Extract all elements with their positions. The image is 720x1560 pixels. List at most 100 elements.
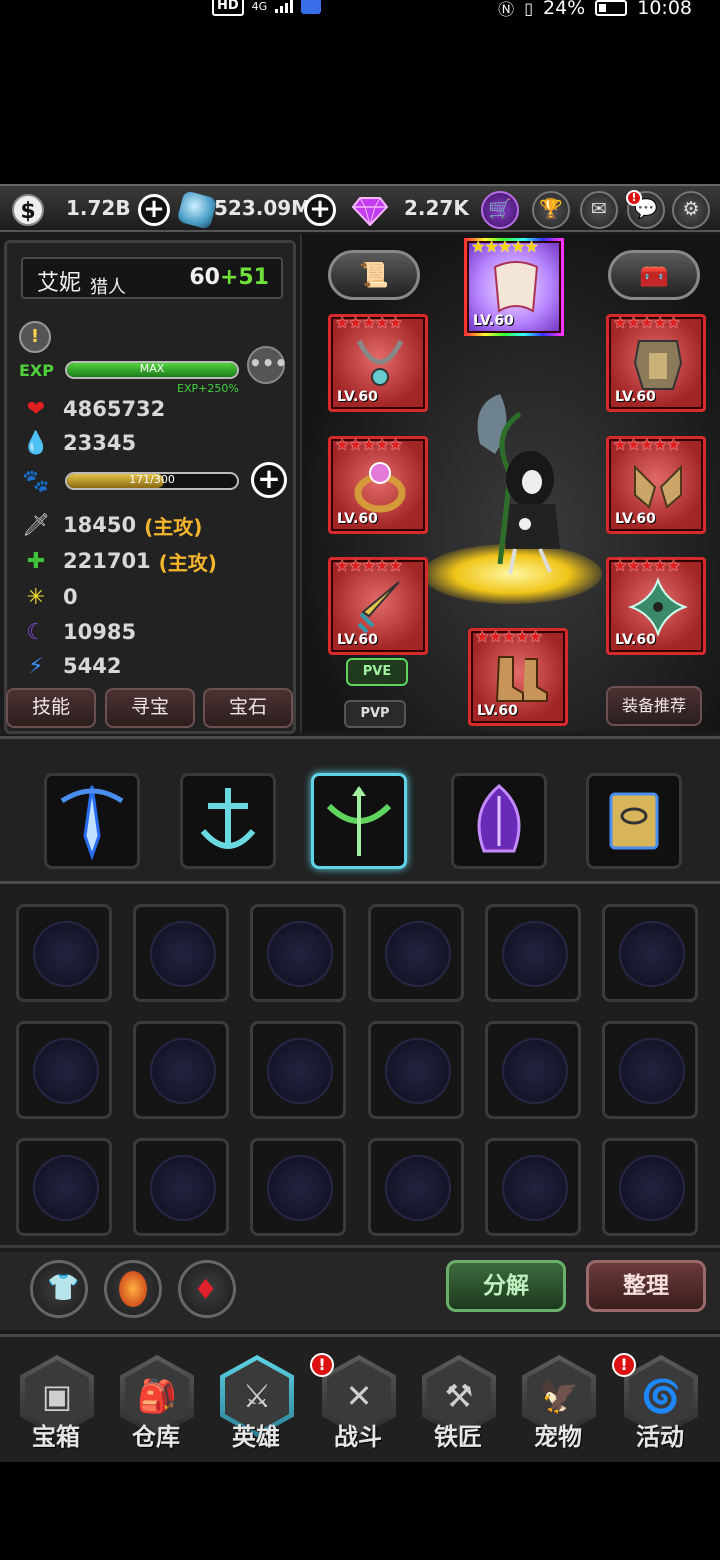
class-warrior-button[interactable]	[44, 773, 140, 869]
sort-button[interactable]: 整理	[586, 1260, 706, 1312]
equip-slot-shuriken[interactable]: ★★★★★ LV.60	[606, 556, 706, 655]
shuriken-icon	[627, 576, 689, 638]
exp-label: EXP	[19, 361, 54, 380]
decompose-button[interactable]: 分解	[446, 1260, 566, 1312]
equip-slot-ring[interactable]: ★★★★★ LV.60	[328, 435, 428, 534]
pet-add-button[interactable]: +	[251, 462, 287, 498]
class-hunter-button[interactable]	[311, 773, 407, 869]
equip-slot-cape[interactable]: ★★★★★ LV.60	[464, 237, 564, 336]
treasure-tab[interactable]: 寻宝	[105, 688, 195, 728]
inventory-slot[interactable]	[133, 904, 229, 1002]
inventory-slot[interactable]	[368, 1138, 464, 1236]
equipment-recommend-button[interactable]: 装备推荐	[606, 686, 702, 726]
equip-slot-necklace[interactable]: ★★★★★ LV.60	[328, 313, 428, 412]
ring-icon	[354, 462, 406, 513]
inventory-slot[interactable]	[16, 904, 112, 1002]
class-mage-button[interactable]	[451, 773, 547, 869]
class-knight-button[interactable]	[180, 773, 276, 869]
gem-filter-button[interactable]: ♦	[178, 1260, 236, 1318]
scroll-icon: 📜	[359, 261, 389, 289]
add-crystal-button[interactable]: +	[304, 194, 336, 226]
trophy-icon[interactable]: 🏆	[532, 191, 570, 229]
ruby-icon: ♦	[193, 1273, 219, 1306]
pvp-button[interactable]: PVP	[344, 700, 406, 728]
equip-slot-weapon[interactable]: ★★★★★ LV.60	[328, 556, 428, 655]
gear-icon[interactable]: ⚙	[672, 191, 710, 229]
inventory-slot[interactable]	[16, 1138, 112, 1236]
paw-icon: 🐾	[22, 468, 50, 494]
chest-icon: 🧰	[639, 261, 669, 289]
nav-events[interactable]: 🌀 活动 !	[612, 1351, 708, 1461]
class-priest-button[interactable]	[586, 773, 682, 869]
dagger-icon: 🗡	[22, 512, 50, 538]
nav-pet[interactable]: 🦅 宠物	[510, 1351, 606, 1461]
chat-alert-badge: !	[626, 190, 642, 206]
exp-bonus: EXP+250%	[177, 382, 239, 395]
equip-slot-boots[interactable]: ★★★★★ LV.60	[468, 627, 568, 726]
inventory-slot[interactable]	[602, 1138, 698, 1236]
pve-button[interactable]: PVE	[346, 658, 408, 686]
shop-cart-icon[interactable]: 🛒	[481, 191, 519, 229]
add-gold-button[interactable]: +	[138, 194, 170, 226]
game-screen: $ 1.72B + 523.09M + 2.27K 🛒 🏆 ✉ 💬 ! ⚙ 艾妮…	[0, 184, 720, 1462]
gems-tab[interactable]: 宝石	[203, 688, 293, 728]
hero-stats-panel: 艾妮 猎人 60+51 ! EXP MAX EXP+250% ••• ❤ 486…	[4, 240, 296, 734]
inventory-slot[interactable]	[250, 1021, 346, 1119]
inventory-slot[interactable]	[368, 1021, 464, 1119]
inventory-slot[interactable]	[602, 1021, 698, 1119]
nav-chest[interactable]: ▣ 宝箱	[8, 1351, 104, 1461]
nav-battle[interactable]: ✕ 战斗 !	[310, 1351, 406, 1461]
inventory-slot[interactable]	[133, 1138, 229, 1236]
cape-icon	[493, 261, 539, 313]
bottom-nav: ▣ 宝箱 🎒 仓库 ⚔ 英雄 ✕ 战斗 ! ⚒ 铁匠 🦅 宠物 🌀 活动 !	[0, 1334, 720, 1462]
mp-stat: 💧 23345	[22, 430, 137, 456]
armor-icon	[633, 340, 683, 390]
dagger-weapon-icon	[357, 581, 400, 634]
inventory-slot[interactable]	[368, 904, 464, 1002]
skills-tab[interactable]: 技能	[6, 688, 96, 728]
egg-filter-button[interactable]	[104, 1260, 162, 1318]
clock: 10:08	[637, 0, 692, 19]
gold-amount: 1.72B	[66, 196, 131, 220]
dark-flame-icon	[477, 784, 521, 853]
inventory-slot[interactable]	[602, 904, 698, 1002]
inventory-slot[interactable]	[485, 1138, 581, 1236]
nav-hero[interactable]: ⚔ 英雄	[208, 1351, 304, 1461]
equip-slot-gloves[interactable]: ★★★★★ LV.60	[606, 435, 706, 534]
gloves-icon	[634, 464, 682, 509]
hp-stat: ❤ 4865732	[21, 393, 166, 425]
armor-filter-button[interactable]: 👕	[30, 1260, 88, 1318]
equip-slot-armor[interactable]: ★★★★★ LV.60	[606, 313, 706, 412]
more-options-button[interactable]: •••	[247, 346, 287, 384]
nav-blacksmith[interactable]: ⚒ 铁匠	[410, 1351, 506, 1461]
attack-stat: 🗡 18450 (主攻)	[22, 512, 203, 539]
info-alert-icon[interactable]: !	[19, 321, 51, 353]
boots-icon	[495, 656, 548, 702]
inventory-slot[interactable]	[16, 1021, 112, 1119]
chest-button[interactable]: 🧰	[608, 250, 700, 300]
inventory-slot[interactable]	[133, 1021, 229, 1119]
book-icon	[609, 792, 659, 850]
crystal-icon	[176, 190, 218, 230]
events-alert-badge: !	[612, 1353, 636, 1377]
inventory-slot[interactable]	[485, 904, 581, 1002]
hero-class: 猎人	[90, 277, 126, 298]
music-app-icon	[301, 0, 322, 14]
puzzle-icon: ✚	[26, 548, 46, 574]
crossbow-icon	[326, 786, 392, 856]
inventory-slot[interactable]	[250, 1138, 346, 1236]
inventory-controls: 👕 ♦ 分解 整理	[0, 1252, 720, 1330]
gem-icon	[352, 197, 388, 226]
gem-amount: 2.27K	[404, 196, 469, 220]
inventory-slot[interactable]	[250, 904, 346, 1002]
nav-warehouse[interactable]: 🎒 仓库	[108, 1351, 204, 1461]
sword-shield-icon	[60, 785, 124, 861]
battery-percent: 24%	[543, 0, 586, 19]
scroll-button[interactable]: 📜	[328, 250, 420, 300]
hero-portrait	[477, 394, 560, 575]
inventory-slot[interactable]	[485, 1021, 581, 1119]
lightning-icon: ⚡	[28, 653, 44, 679]
equipment-panel: 📜 🧰 ★★★★★ LV.60 ★★★★★ LV.60 ★★★★★ LV.60 …	[300, 234, 720, 732]
mail-icon[interactable]: ✉	[580, 191, 618, 229]
class-selector	[0, 736, 720, 884]
